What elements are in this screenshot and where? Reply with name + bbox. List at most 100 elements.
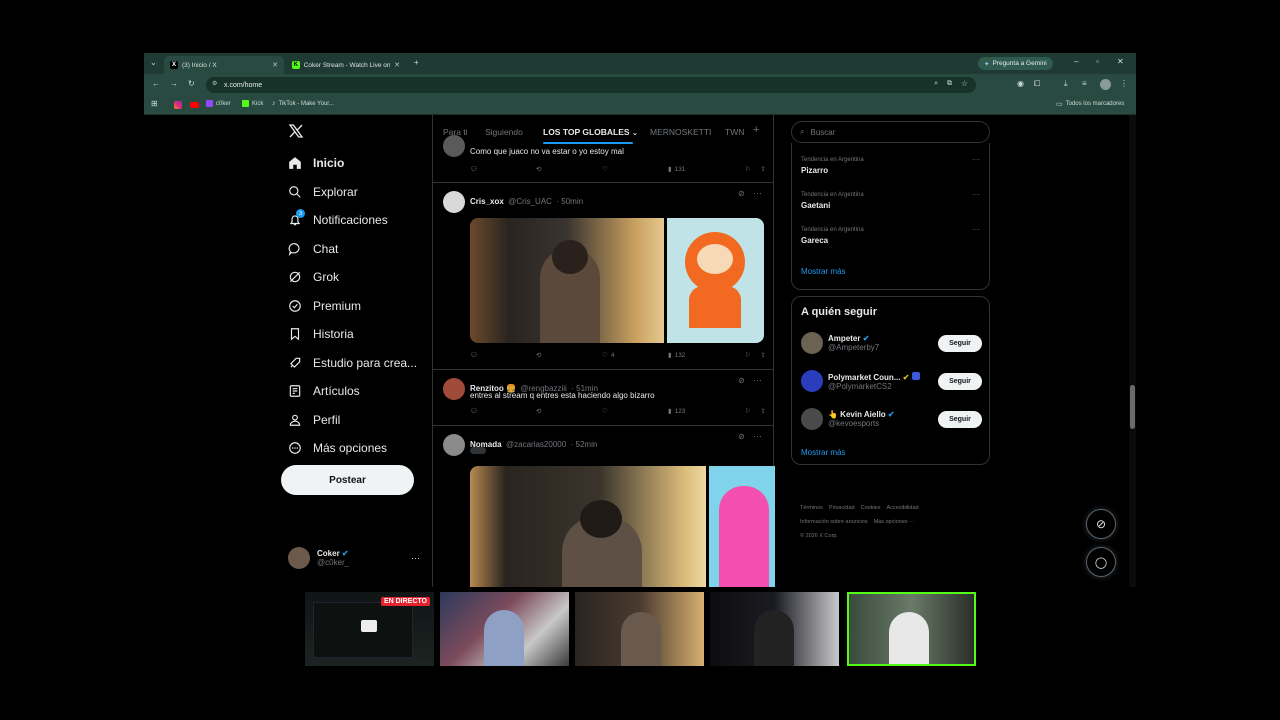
post-button[interactable]: Postear	[281, 465, 414, 495]
close-tab-icon[interactable]: ✕	[272, 61, 278, 69]
maximize-icon[interactable]: ▫	[1096, 57, 1099, 66]
tweet-image-kenny[interactable]	[667, 218, 764, 343]
sidebar-item-mas-opciones[interactable]: Más opciones	[288, 436, 387, 460]
footer-link[interactable]: Términos	[800, 503, 823, 514]
share-icon[interactable]: ⇪	[761, 351, 766, 359]
reply-icon[interactable]: 💬︎	[470, 165, 536, 173]
footer-link[interactable]: Accesibilidad	[886, 503, 918, 514]
instagram-icon[interactable]	[174, 101, 182, 109]
views-stat[interactable]: ▮ 131	[668, 165, 734, 174]
views-stat[interactable]: ▮ 123	[668, 407, 734, 416]
like-stat[interactable]: ♡ 4	[602, 351, 668, 360]
scrollbar[interactable]	[1129, 115, 1136, 587]
views-stat[interactable]: ▮ 132	[668, 351, 734, 360]
account-switcher[interactable]: Coker ✔ @c0ker_ ···	[288, 543, 420, 573]
site-info-icon[interactable]: ⚙	[212, 80, 217, 87]
install-app-icon[interactable]: ⧉	[947, 80, 952, 88]
more-icon[interactable]: ···	[972, 225, 980, 234]
stream-thumbnail[interactable]	[575, 592, 704, 666]
sidebar-item-chat[interactable]: Chat	[288, 237, 338, 261]
tab-twn[interactable]: TWN	[725, 127, 744, 137]
tweet[interactable]: Nomada @zacarias20000 · 52min ⊘ ···	[433, 426, 775, 587]
footer-link[interactable]: Más opciones ···	[874, 517, 915, 528]
sidebar-item-perfil[interactable]: Perfil	[288, 408, 340, 432]
share-icon[interactable]: ⇪	[761, 407, 766, 415]
close-tab-icon[interactable]: ✕	[394, 61, 400, 69]
back-icon[interactable]: ←	[152, 79, 160, 88]
trend-item[interactable]: Tendencia en Argentina Pizarro	[801, 157, 864, 175]
bookmark-c0ker[interactable]: c0ker	[206, 100, 231, 107]
sidebar-item-explorar[interactable]: Explorar	[288, 180, 358, 204]
gemini-button[interactable]: ✦ Pregunta a Gemini	[978, 57, 1053, 70]
reply-icon[interactable]: 💬︎	[470, 351, 536, 359]
tab-search-chevron-icon[interactable]: ⌄	[150, 58, 157, 67]
grok-icon[interactable]: ⊘	[738, 432, 745, 441]
profile-avatar-icon[interactable]	[1100, 79, 1111, 90]
tab-mernosketti[interactable]: MERNOSKETTI	[650, 127, 711, 137]
tab-x-home[interactable]: X (3) Inicio / X ✕	[164, 56, 284, 74]
scrollbar-thumb[interactable]	[1130, 385, 1135, 429]
reply-icon[interactable]: 💬︎	[470, 407, 536, 415]
tweet-image-pink[interactable]	[709, 466, 775, 587]
more-icon[interactable]: ···	[972, 155, 980, 164]
like-icon[interactable]: ♡	[602, 165, 668, 173]
more-icon[interactable]: ···	[753, 375, 762, 385]
more-icon[interactable]: ···	[972, 190, 980, 199]
follow-button[interactable]: Seguir	[938, 411, 982, 428]
stream-thumbnail[interactable]: EN DIRECTO	[305, 592, 434, 666]
close-window-icon[interactable]: ✕	[1117, 57, 1124, 66]
sidebar-item-premium[interactable]: Premium	[288, 294, 361, 318]
grok-icon[interactable]: ⊘	[738, 376, 745, 385]
retweet-icon[interactable]: ⟲	[536, 407, 602, 415]
x-logo-icon[interactable]	[288, 123, 304, 139]
sidebar-item-articulos[interactable]: Artículos	[288, 379, 360, 403]
zoom-icon[interactable]: ⌕	[934, 80, 938, 88]
bookmark-tiktok[interactable]: ♪ TikTok - Make Your...	[272, 100, 334, 107]
tweet[interactable]: Cris_xox @Cris_UAC · 50min ⊘ ··· 💬︎ ⟲ ♡ …	[433, 183, 774, 370]
reload-icon[interactable]: ↻	[188, 79, 195, 88]
tweet-image-streamer[interactable]	[470, 218, 664, 343]
media-controls-icon[interactable]: ≡	[1082, 79, 1087, 88]
sidebar-item-inicio[interactable]: Inicio	[288, 151, 344, 175]
retweet-icon[interactable]: ⟲	[536, 165, 602, 173]
share-icon[interactable]: ⇪	[761, 165, 766, 173]
more-icon[interactable]: ···	[753, 188, 762, 198]
bookmark-icon[interactable]: ⚐	[745, 165, 751, 173]
bookmark-icon[interactable]: ⚐	[745, 351, 751, 359]
youtube-icon[interactable]	[190, 102, 199, 108]
apps-grid-icon[interactable]: ⊞	[151, 99, 158, 108]
follow-suggestion[interactable]: Polymarket Coun... ✔ @PolymarketCS2	[801, 370, 920, 392]
account-more-icon[interactable]: ···	[411, 553, 420, 563]
follow-button[interactable]: Seguir	[938, 335, 982, 352]
download-icon[interactable]: ⤓	[1064, 79, 1068, 89]
trend-item[interactable]: Tendencia en Argentina Gaetani	[801, 192, 864, 210]
chat-fab[interactable]: ◯	[1086, 547, 1116, 577]
tab-kick-stream[interactable]: K Coker Stream - Watch Live on K ✕	[286, 56, 406, 74]
tab-los-top-globales[interactable]: LOS TOP GLOBALES ⌄	[543, 127, 638, 137]
show-more-follow-link[interactable]: Mostrar más	[801, 448, 845, 457]
stream-thumbnail[interactable]	[710, 592, 839, 666]
bookmark-kick[interactable]: Kick	[242, 100, 263, 107]
follow-suggestion[interactable]: 👆 Kevin Aiello ✔ @kevoesports	[801, 408, 895, 430]
sidebar-item-notificaciones[interactable]: 3 Notificaciones	[288, 208, 388, 232]
menu-kebab-icon[interactable]: ⋮	[1120, 79, 1128, 88]
like-icon[interactable]: ♡	[602, 407, 668, 415]
add-tab-icon[interactable]: +	[753, 124, 759, 136]
url-input[interactable]: ⚙ x.com/home ⌕ ⧉ ☆	[206, 77, 976, 93]
sidebar-item-estudio[interactable]: Estudio para crea...	[288, 351, 417, 375]
trend-item[interactable]: Tendencia en Argentina Gareca	[801, 227, 864, 245]
minimize-icon[interactable]: –	[1074, 57, 1078, 66]
extension-icon[interactable]: ◉	[1017, 79, 1024, 88]
retweet-icon[interactable]: ⟲	[536, 351, 602, 359]
footer-link[interactable]: Cookies	[861, 503, 881, 514]
puzzle-extensions-icon[interactable]: ⧠	[1034, 79, 1040, 89]
new-tab-icon[interactable]: +	[414, 58, 419, 67]
follow-button[interactable]: Seguir	[938, 373, 982, 390]
tweet[interactable]: Como que juaco no va estar o yo estoy ma…	[433, 135, 774, 183]
grok-fab[interactable]: ⊘	[1086, 509, 1116, 539]
footer-link[interactable]: Información sobre anuncios	[800, 517, 868, 528]
footer-link[interactable]: Privacidad	[829, 503, 855, 514]
show-more-trends-link[interactable]: Mostrar más	[801, 267, 845, 276]
more-icon[interactable]: ···	[753, 431, 762, 441]
sidebar-item-historia[interactable]: Historia	[288, 322, 354, 346]
